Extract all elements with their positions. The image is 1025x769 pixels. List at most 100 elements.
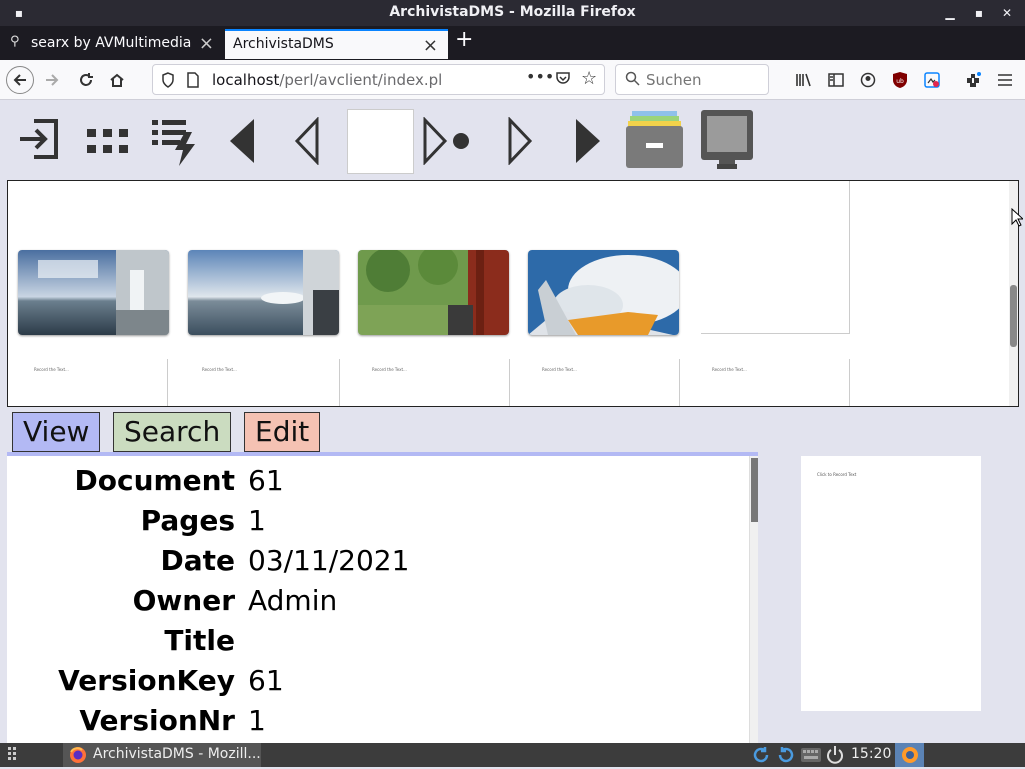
detail-row-versionnr: VersionNr 1 — [7, 700, 747, 740]
page-thumbnail[interactable]: Record the Text... — [18, 359, 168, 406]
detail-label: Pages — [140, 504, 235, 537]
detail-value: 1 — [248, 504, 266, 537]
forward-icon[interactable] — [38, 66, 66, 94]
archive-box-icon[interactable] — [626, 110, 683, 172]
tab-label: ArchivistaDMS — [233, 36, 334, 52]
page-thumbnail[interactable]: Record the Text... — [510, 359, 680, 406]
detail-label: VersionNr — [79, 704, 235, 737]
detail-row-pages: Pages 1 — [7, 500, 747, 540]
close-tab-icon[interactable]: × — [423, 35, 438, 56]
detail-label: Date — [160, 544, 235, 577]
search-icon — [625, 71, 640, 90]
tab-label: searx by AVMultimedia — [31, 35, 192, 51]
mouse-cursor-icon — [1011, 207, 1025, 232]
browser-tab-bar: ⚲ searx by AVMultimedia × ArchivistaDMS … — [0, 26, 1025, 60]
first-page-icon[interactable] — [228, 117, 256, 169]
detail-value: 1 — [248, 704, 266, 737]
detail-label: Title — [164, 624, 235, 657]
close-tab-icon[interactable]: × — [199, 33, 214, 54]
last-page-icon[interactable] — [574, 117, 602, 169]
search-icon: ⚲ — [10, 34, 20, 49]
detail-row-document: Document 61 — [7, 460, 747, 500]
page-icon[interactable] — [187, 72, 199, 92]
tab-archivistadms[interactable]: ArchivistaDMS × — [225, 29, 448, 59]
thumbnail-panel: Record the Text... Record the Text... Re… — [7, 180, 1019, 407]
previous-page-icon[interactable] — [294, 116, 320, 169]
keyboard-icon[interactable] — [801, 748, 821, 766]
bookmark-star-icon[interactable]: ☆ — [581, 68, 597, 89]
navigation-bar: localhost/perl/avclient/index.pl ••• ☆ S… — [0, 60, 1025, 100]
ublock-icon[interactable]: ub — [886, 66, 914, 94]
photo-thumbnail-3[interactable] — [358, 250, 509, 335]
tab-searx[interactable]: ⚲ searx by AVMultimedia × — [0, 29, 224, 59]
detail-row-versionkey: VersionKey 61 — [7, 660, 747, 700]
photo-thumbnail-1[interactable] — [18, 250, 169, 335]
preview-text: Click to Record Text — [817, 472, 857, 477]
home-icon[interactable] — [103, 66, 131, 94]
shield-icon[interactable] — [161, 72, 175, 92]
detail-value: Admin — [248, 584, 338, 617]
detail-label: Document — [74, 464, 236, 497]
url-text: localhost/perl/avclient/index.pl — [212, 71, 443, 89]
sync-icon[interactable] — [776, 745, 796, 769]
detail-row-date: Date 03/11/2021 — [7, 540, 747, 580]
detail-label: Owner — [132, 584, 235, 617]
extensions-puzzle-icon[interactable] — [959, 66, 987, 94]
detail-value: 61 — [248, 664, 284, 697]
detail-row-title: Title — [7, 620, 747, 660]
account-icon[interactable] — [854, 66, 882, 94]
detail-label: VersionKey — [58, 664, 235, 697]
pocket-icon[interactable] — [555, 70, 571, 90]
search-input[interactable]: Suchen — [615, 64, 769, 95]
taskbar-app-label: ArchivistaDMS - Mozill... — [93, 746, 261, 762]
tab-view[interactable]: View — [12, 412, 101, 452]
new-tab-icon[interactable]: + — [455, 27, 473, 52]
minimize-icon[interactable]: ▁ — [943, 6, 957, 20]
clock: 15:20 — [851, 746, 892, 762]
tab-search[interactable]: Search — [113, 412, 232, 452]
login-icon[interactable] — [18, 117, 62, 165]
page-number-input[interactable] — [347, 109, 414, 174]
tab-edit[interactable]: Edit — [244, 412, 321, 452]
scrollbar-thumb[interactable] — [751, 458, 758, 522]
taskbar-firefox-item[interactable]: ArchivistaDMS - Mozill... — [63, 743, 261, 767]
library-icon[interactable] — [790, 66, 818, 94]
monitor-icon[interactable] — [701, 110, 753, 174]
system-taskbar: ArchivistaDMS - Mozill... 15:20 — [0, 743, 1025, 767]
quick-list-icon[interactable] — [151, 118, 201, 172]
window-titlebar: ▪ ArchivistaDMS - Mozilla Firefox ▁ ▪ ✕ — [0, 0, 1025, 26]
grid-view-icon[interactable] — [85, 127, 131, 159]
sidebar-icon[interactable] — [822, 66, 850, 94]
url-bar[interactable]: localhost/perl/avclient/index.pl ••• ☆ — [152, 64, 605, 95]
power-icon[interactable] — [825, 745, 845, 769]
hamburger-menu-icon[interactable] — [991, 66, 1019, 94]
update-icon[interactable] — [751, 745, 771, 769]
photo-thumbnail-2[interactable] — [188, 250, 339, 335]
page-preview[interactable]: Click to Record Text — [801, 456, 981, 711]
page-thumbnail[interactable]: Record the Text... — [340, 359, 510, 406]
extension-icon[interactable] — [918, 66, 946, 94]
firefox-icon — [69, 746, 87, 768]
detail-value: 61 — [248, 464, 284, 497]
window-title: ArchivistaDMS - Mozilla Firefox — [389, 4, 636, 20]
play-pages-icon[interactable] — [422, 116, 472, 169]
close-window-icon[interactable]: ✕ — [1000, 6, 1014, 20]
detail-row-owner: Owner Admin — [7, 580, 747, 620]
page-thumbnail[interactable]: Record the Text... — [170, 359, 340, 406]
details-scrollbar[interactable] — [749, 456, 758, 743]
maximize-icon[interactable]: ▪ — [972, 6, 986, 20]
photo-thumbnail-4[interactable] — [528, 250, 679, 335]
back-icon[interactable] — [6, 66, 34, 94]
notification-icon[interactable] — [895, 743, 924, 767]
next-page-icon[interactable] — [507, 116, 533, 169]
page-thumbnail[interactable]: Record the Text... — [680, 359, 850, 406]
reload-icon[interactable] — [72, 66, 100, 94]
search-placeholder: Suchen — [646, 71, 702, 89]
blank-thumbnail[interactable] — [701, 181, 850, 334]
detail-value: 03/11/2021 — [248, 544, 410, 577]
app-menu-icon[interactable] — [8, 747, 20, 765]
more-actions-icon[interactable]: ••• — [526, 67, 554, 86]
scrollbar-thumb[interactable] — [1010, 285, 1017, 347]
document-details: Document 61 Pages 1 Date 03/11/2021 Owne… — [7, 456, 758, 743]
svg-text:ub: ub — [896, 78, 904, 85]
